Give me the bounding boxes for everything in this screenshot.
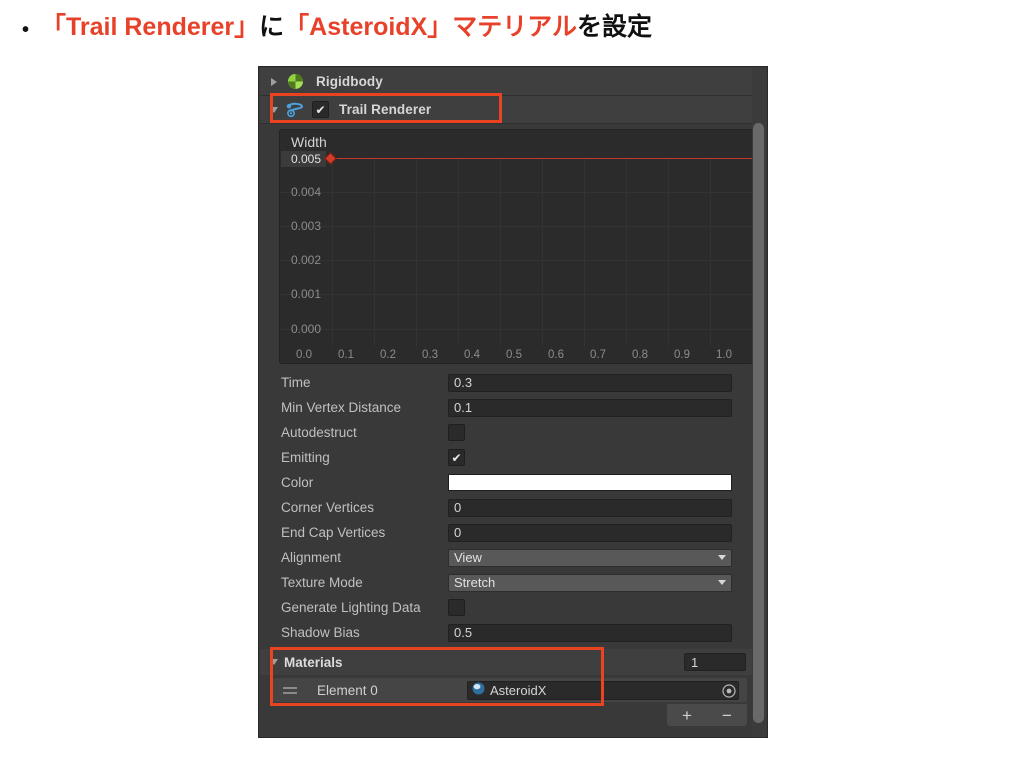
foldout-arrow-rigidbody[interactable]: [266, 77, 282, 86]
curve-keyframe-handle[interactable]: [324, 152, 337, 165]
time-input[interactable]: 0.3: [448, 373, 732, 392]
property-row-min-vertex-distance: Min Vertex Distance 0.1: [260, 395, 752, 420]
title-part-3: を設定: [577, 13, 653, 41]
property-label: Autodestruct: [281, 425, 357, 440]
material-name: AsteroidX: [490, 682, 547, 698]
property-label: Alignment: [281, 550, 342, 565]
trail-renderer-icon: [284, 101, 306, 118]
x-tick-8: 0.8: [632, 349, 648, 361]
y-tick-0: 0.005: [281, 151, 327, 167]
property-label: Min Vertex Distance: [281, 400, 402, 415]
component-header-rigidbody[interactable]: Rigidbody: [260, 68, 752, 96]
corner-vertices-input[interactable]: 0: [448, 498, 732, 517]
materials-element-row[interactable]: Element 0 AsteroidX: [273, 678, 747, 702]
remove-material-button[interactable]: −: [714, 707, 740, 724]
property-row-alignment: Alignment View: [260, 545, 752, 570]
generate-lighting-data-checkbox[interactable]: [448, 599, 465, 616]
inspector-scrollbar-thumb[interactable]: [753, 123, 764, 723]
property-label: Emitting: [281, 450, 330, 465]
component-name-rigidbody: Rigidbody: [316, 74, 383, 89]
x-tick-7: 0.7: [590, 349, 606, 361]
y-tick-2: 0.003: [291, 219, 322, 233]
x-tick-6: 0.6: [548, 349, 564, 361]
x-tick-4: 0.4: [464, 349, 480, 361]
property-label: Time: [281, 375, 311, 390]
materials-size-input[interactable]: 1: [684, 653, 746, 671]
property-row-autodestruct: Autodestruct: [260, 420, 752, 445]
title-part-2: 「AsteroidX」マテリアル: [284, 13, 578, 41]
chevron-down-icon: [718, 580, 726, 585]
materials-title: Materials: [284, 654, 343, 670]
x-tick-1: 0.1: [338, 349, 354, 361]
texture-mode-dropdown[interactable]: Stretch: [448, 573, 732, 592]
emitting-checkbox[interactable]: ✔: [448, 449, 465, 466]
material-sphere-icon: [472, 682, 485, 698]
slide-title: • 「Trail Renderer」に「AsteroidX」マテリアルを設定: [0, 12, 1024, 43]
property-label: Texture Mode: [281, 575, 363, 590]
curve-line: [332, 158, 752, 159]
property-label: Generate Lighting Data: [281, 600, 421, 615]
alignment-dropdown[interactable]: View: [448, 548, 732, 567]
min-vertex-distance-input[interactable]: 0.1: [448, 398, 732, 417]
material-object-field[interactable]: AsteroidX: [467, 680, 739, 700]
title-part-1: に: [259, 13, 285, 41]
property-row-generate-lighting-data: Generate Lighting Data: [260, 595, 752, 620]
shadow-bias-input[interactable]: 0.5: [448, 623, 732, 642]
property-row-shadow-bias: Shadow Bias 0.5: [260, 620, 752, 645]
x-tick-5: 0.5: [506, 349, 522, 361]
add-material-button[interactable]: +: [674, 707, 700, 724]
bullet-icon: •: [22, 19, 30, 41]
property-label: Color: [281, 475, 314, 490]
property-label: Shadow Bias: [281, 625, 360, 640]
rigidbody-icon: [284, 73, 306, 90]
y-tick-4: 0.001: [291, 287, 322, 301]
materials-section-header[interactable]: Materials: [260, 649, 752, 675]
component-enabled-checkbox-trail-renderer[interactable]: ✔: [312, 101, 329, 118]
inspector-bottom-strip: [260, 727, 752, 737]
width-graph-label: Width: [291, 134, 327, 150]
property-row-corner-vertices: Corner Vertices 0: [260, 495, 752, 520]
property-row-texture-mode: Texture Mode Stretch: [260, 570, 752, 595]
object-picker-icon[interactable]: [722, 683, 736, 698]
y-tick-1: 0.004: [291, 185, 322, 199]
color-swatch[interactable]: [448, 474, 732, 491]
property-row-end-cap-vertices: End Cap Vertices 0: [260, 520, 752, 545]
property-label: End Cap Vertices: [281, 525, 386, 540]
materials-element-label: Element 0: [317, 682, 378, 698]
texture-mode-value: Stretch: [454, 575, 496, 590]
autodestruct-checkbox[interactable]: [448, 424, 465, 441]
width-curve-graph[interactable]: Width 0.005 0.004 0.003 0.002 0.001 0.00…: [279, 129, 753, 364]
inspector-scrollbar-track[interactable]: [752, 68, 766, 737]
drag-handle-icon[interactable]: [283, 686, 305, 694]
alignment-value: View: [454, 550, 482, 565]
y-tick-5: 0.000: [291, 322, 322, 336]
chevron-down-icon: [718, 555, 726, 560]
x-tick-10: 1.0: [716, 349, 732, 361]
x-tick-9: 0.9: [674, 349, 690, 361]
property-row-emitting: Emitting ✔: [260, 445, 752, 470]
property-label: Corner Vertices: [281, 500, 375, 515]
end-cap-vertices-input[interactable]: 0: [448, 523, 732, 542]
foldout-arrow-trail-renderer[interactable]: [266, 106, 282, 113]
title-part-0: 「Trail Renderer」: [41, 13, 260, 41]
foldout-arrow-materials[interactable]: [266, 659, 282, 665]
x-tick-0: 0.0: [296, 349, 312, 361]
x-tick-2: 0.2: [380, 349, 396, 361]
x-tick-3: 0.3: [422, 349, 438, 361]
property-row-color: Color: [260, 470, 752, 495]
page-title: 「Trail Renderer」に「AsteroidX」マテリアルを設定: [41, 12, 652, 43]
property-row-time: Time 0.3: [260, 370, 752, 395]
materials-add-remove-buttons: + −: [667, 704, 747, 726]
unity-inspector-panel: Rigidbody ?: [258, 66, 768, 738]
component-name-trail-renderer: Trail Renderer: [339, 102, 432, 117]
component-header-trail-renderer[interactable]: ✔ Trail Renderer: [260, 96, 752, 124]
y-tick-3: 0.002: [291, 253, 322, 267]
